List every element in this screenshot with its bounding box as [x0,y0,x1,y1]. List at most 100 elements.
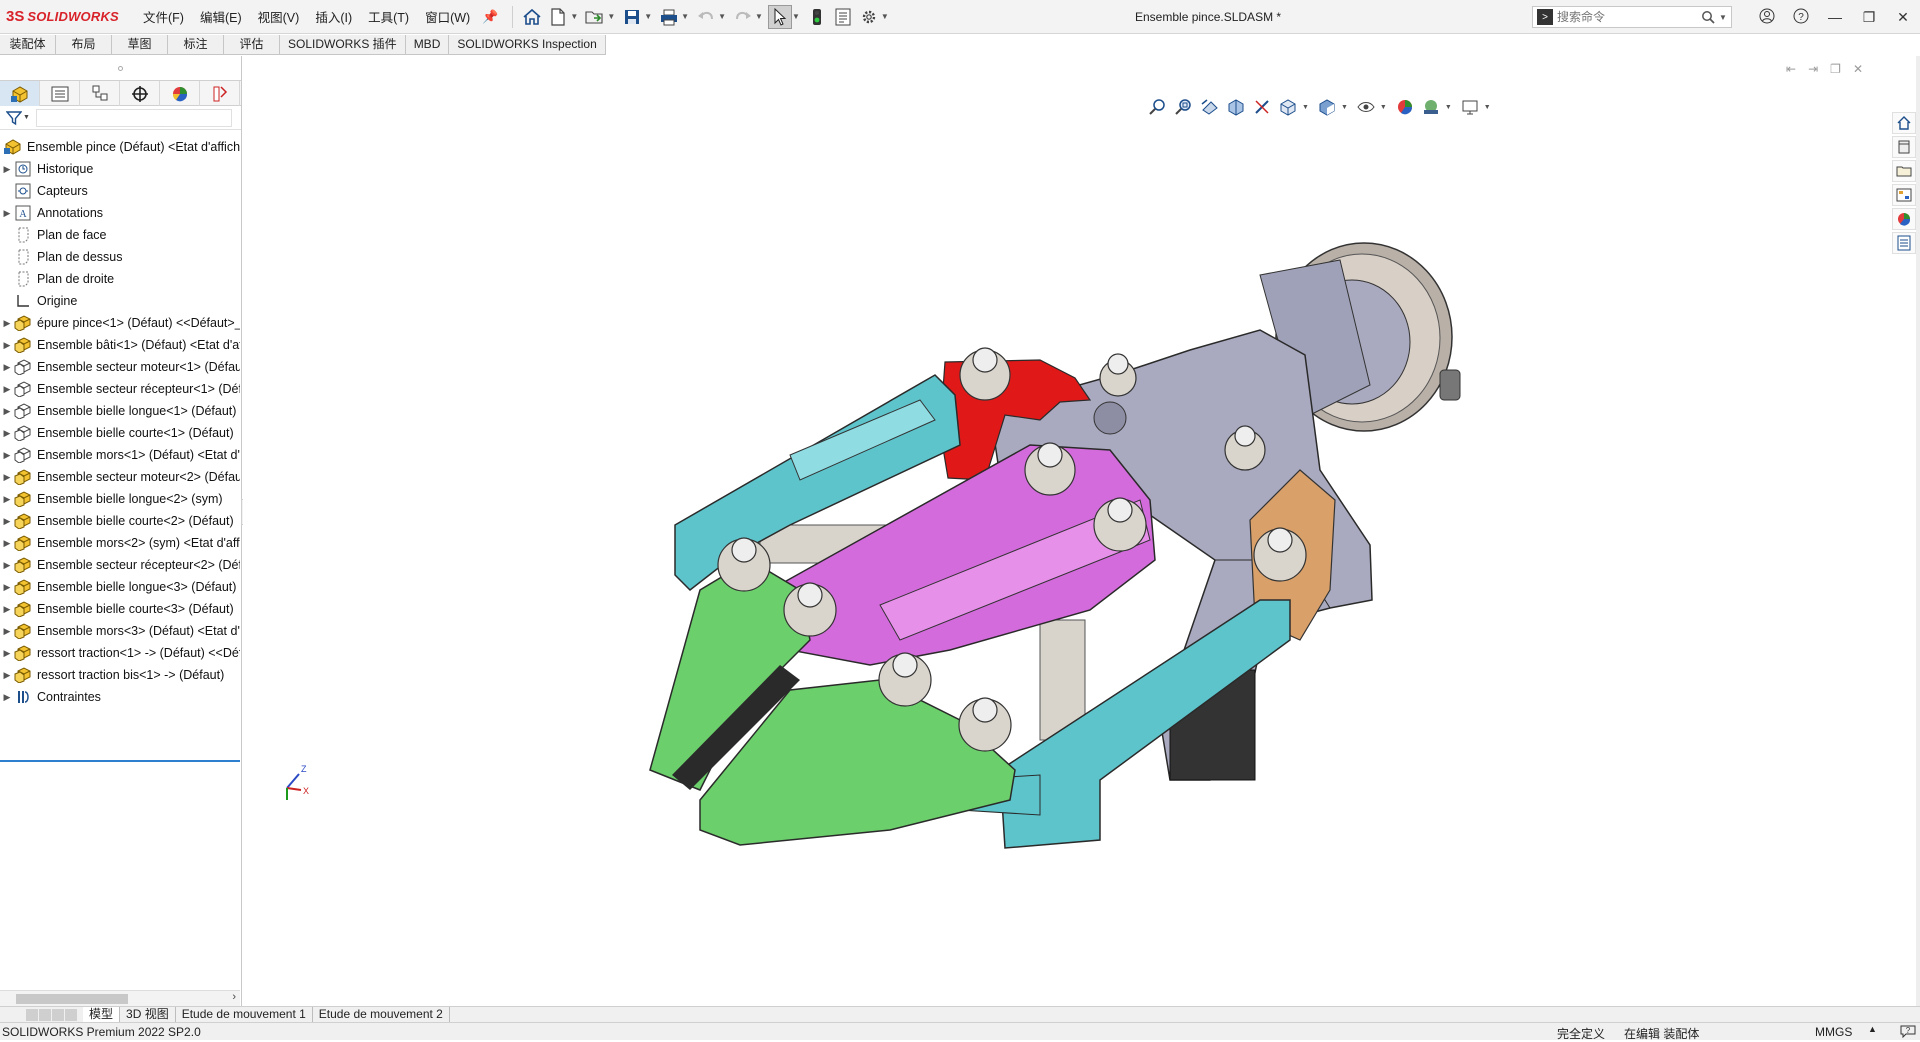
quick-tips-icon[interactable]: ? [1900,1024,1916,1041]
configuration-manager-tab[interactable] [80,81,120,106]
view-palette-icon[interactable] [1892,184,1916,206]
user-account-icon[interactable] [1750,8,1784,27]
expand-arrow-icon[interactable]: ▶ [0,362,14,373]
menu-insert[interactable]: 插入(I) [307,7,360,26]
design-library-icon[interactable] [1892,136,1916,158]
filter-icon[interactable] [6,110,22,126]
redo-icon[interactable] [731,5,755,29]
save-icon[interactable] [620,5,644,29]
property-manager-tab[interactable] [40,81,80,106]
expand-arrow-icon[interactable]: ▶ [0,406,14,417]
tree-item[interactable]: Plan de dessus [0,246,240,268]
unit-system-caret-icon[interactable]: ▲ [1868,1024,1877,1034]
scroll-right-icon[interactable]: › [232,991,236,1003]
menu-tools[interactable]: 工具(T) [360,7,417,26]
expand-arrow-icon[interactable]: ▶ [0,340,14,351]
filter-dropdown-icon[interactable]: ▼ [23,114,30,121]
options-dropdown-icon[interactable]: ▼ [881,12,889,21]
close-icon[interactable]: ✕ [1886,9,1920,26]
filter-input[interactable] [35,108,232,127]
expand-arrow-icon[interactable]: ▶ [0,626,14,637]
gripper-assembly-model[interactable] [243,56,1883,1006]
tree-item[interactable]: ▶ Ensemble bielle courte<1> (Défaut) [0,422,240,444]
tree-item[interactable]: Plan de face [0,224,240,246]
scrollbar-thumb[interactable] [16,994,128,1004]
tab-3d-views[interactable]: 3D 视图 [120,1006,176,1023]
select-dropdown-icon[interactable]: ▼ [792,12,800,21]
rebuild-traffic-light-icon[interactable] [805,5,829,29]
expand-arrow-icon[interactable]: ▶ [0,692,14,703]
unit-system[interactable]: MMGS [1815,1025,1852,1039]
tab-solidworks-inspection[interactable]: SOLIDWORKS Inspection [449,35,606,55]
new-dropdown-icon[interactable]: ▼ [570,12,578,21]
tree-root-assembly[interactable]: Ensemble pince (Défaut) <Etat d'affichag… [0,136,240,158]
tree-item[interactable]: Origine [0,290,240,312]
expand-arrow-icon[interactable]: ▶ [0,516,14,527]
tree-item[interactable]: ▶ Ensemble mors<3> (Défaut) <Etat d'affic… [0,620,240,642]
tab-mbd[interactable]: MBD [405,35,450,55]
select-cursor-icon[interactable] [767,4,792,29]
expand-arrow-icon[interactable]: ▶ [0,648,14,659]
home-icon[interactable] [520,5,544,29]
menu-file[interactable]: 文件(F) [135,7,192,26]
cam-manager-tab[interactable] [200,81,240,106]
file-explorer-icon[interactable] [1892,160,1916,182]
expand-arrow-icon[interactable]: ▶ [0,494,14,505]
search-box[interactable]: > ▼ [1532,6,1732,28]
expand-arrow-icon[interactable]: ▶ [0,538,14,549]
tab-sketch[interactable]: 草图 [112,35,168,55]
expand-arrow-icon[interactable]: ▶ [0,472,14,483]
tree-item[interactable]: ▶ Ensemble secteur moteur<2> (Défaut) [0,466,240,488]
custom-properties-icon[interactable] [1892,232,1916,254]
tree-item[interactable]: ▶ Ensemble bielle courte<2> (Défaut) [0,510,240,532]
tab-scroll-arrows[interactable] [26,1008,77,1021]
tab-markup[interactable]: 标注 [168,35,224,55]
tree-item[interactable]: ▶ Contraintes [0,686,240,708]
help-icon[interactable]: ? [1784,8,1818,27]
tree-item[interactable]: ▶ épure pince<1> (Défaut) <<Défaut>_Etat … [0,312,240,334]
tab-layout[interactable]: 布局 [56,35,112,55]
tab-model[interactable]: 模型 [83,1006,121,1023]
tree-item[interactable]: Plan de droite [0,268,240,290]
open-dropdown-icon[interactable]: ▼ [607,12,615,21]
tree-item[interactable]: ▶ Ensemble bielle longue<2> (sym) [0,488,240,510]
expand-arrow-icon[interactable]: ▶ [0,318,14,329]
tree-item[interactable]: ▶ Ensemble bâti<1> (Défaut) <Etat d'affic… [0,334,240,356]
expand-arrow-icon[interactable]: ▶ [0,208,14,219]
save-dropdown-icon[interactable]: ▼ [644,12,652,21]
tab-motion-study-2[interactable]: Etude de mouvement 2 [313,1006,450,1023]
tab-assembly[interactable]: 装配体 [0,35,56,55]
expand-arrow-icon[interactable]: ▶ [0,164,14,175]
tree-item[interactable]: ▶ Ensemble bielle longue<3> (Défaut) [0,576,240,598]
new-document-icon[interactable] [546,5,570,29]
tree-item[interactable]: ▶ Ensemble secteur moteur<1> (Défaut) [0,356,240,378]
undo-dropdown-icon[interactable]: ▼ [718,12,726,21]
search-input[interactable] [1557,10,1697,24]
tree-item[interactable]: ▶ Historique [0,158,240,180]
solidworks-resources-icon[interactable] [1892,112,1916,134]
rollback-bar[interactable] [0,760,240,762]
print-icon[interactable] [657,5,681,29]
expand-arrow-icon[interactable]: ▶ [0,582,14,593]
search-icon[interactable] [1701,10,1715,24]
tree-item[interactable]: ▶ Ensemble bielle courte<3> (Défaut) [0,598,240,620]
tree-item[interactable]: ▶ A Annotations [0,202,240,224]
print-dropdown-icon[interactable]: ▼ [681,12,689,21]
expand-arrow-icon[interactable]: ▶ [0,384,14,395]
tree-item[interactable]: ▶ Ensemble secteur récepteur<1> (Défaut) [0,378,240,400]
pin-menu-icon[interactable]: 📌 [482,9,498,25]
expand-arrow-icon[interactable]: ▶ [0,670,14,681]
expand-arrow-icon[interactable]: ▶ [0,428,14,439]
search-dropdown-icon[interactable]: ▼ [1719,13,1727,22]
tree-item[interactable]: ▶ ressort traction<1> -> (Défaut) <<Défau… [0,642,240,664]
display-manager-tab[interactable] [160,81,200,106]
menu-edit[interactable]: 编辑(E) [192,7,250,26]
tree-item[interactable]: Capteurs [0,180,240,202]
expand-arrow-icon[interactable]: ▶ [0,560,14,571]
tab-solidworks-addins[interactable]: SOLIDWORKS 插件 [280,35,406,55]
menu-window[interactable]: 窗口(W) [417,7,478,26]
tree-item[interactable]: ▶ Ensemble mors<1> (Défaut) <Etat d'affic… [0,444,240,466]
solidworks-logo[interactable]: 3S SOLIDWORKS [0,8,135,25]
redo-dropdown-icon[interactable]: ▼ [755,12,763,21]
tab-motion-study-1[interactable]: Etude de mouvement 1 [176,1006,313,1023]
